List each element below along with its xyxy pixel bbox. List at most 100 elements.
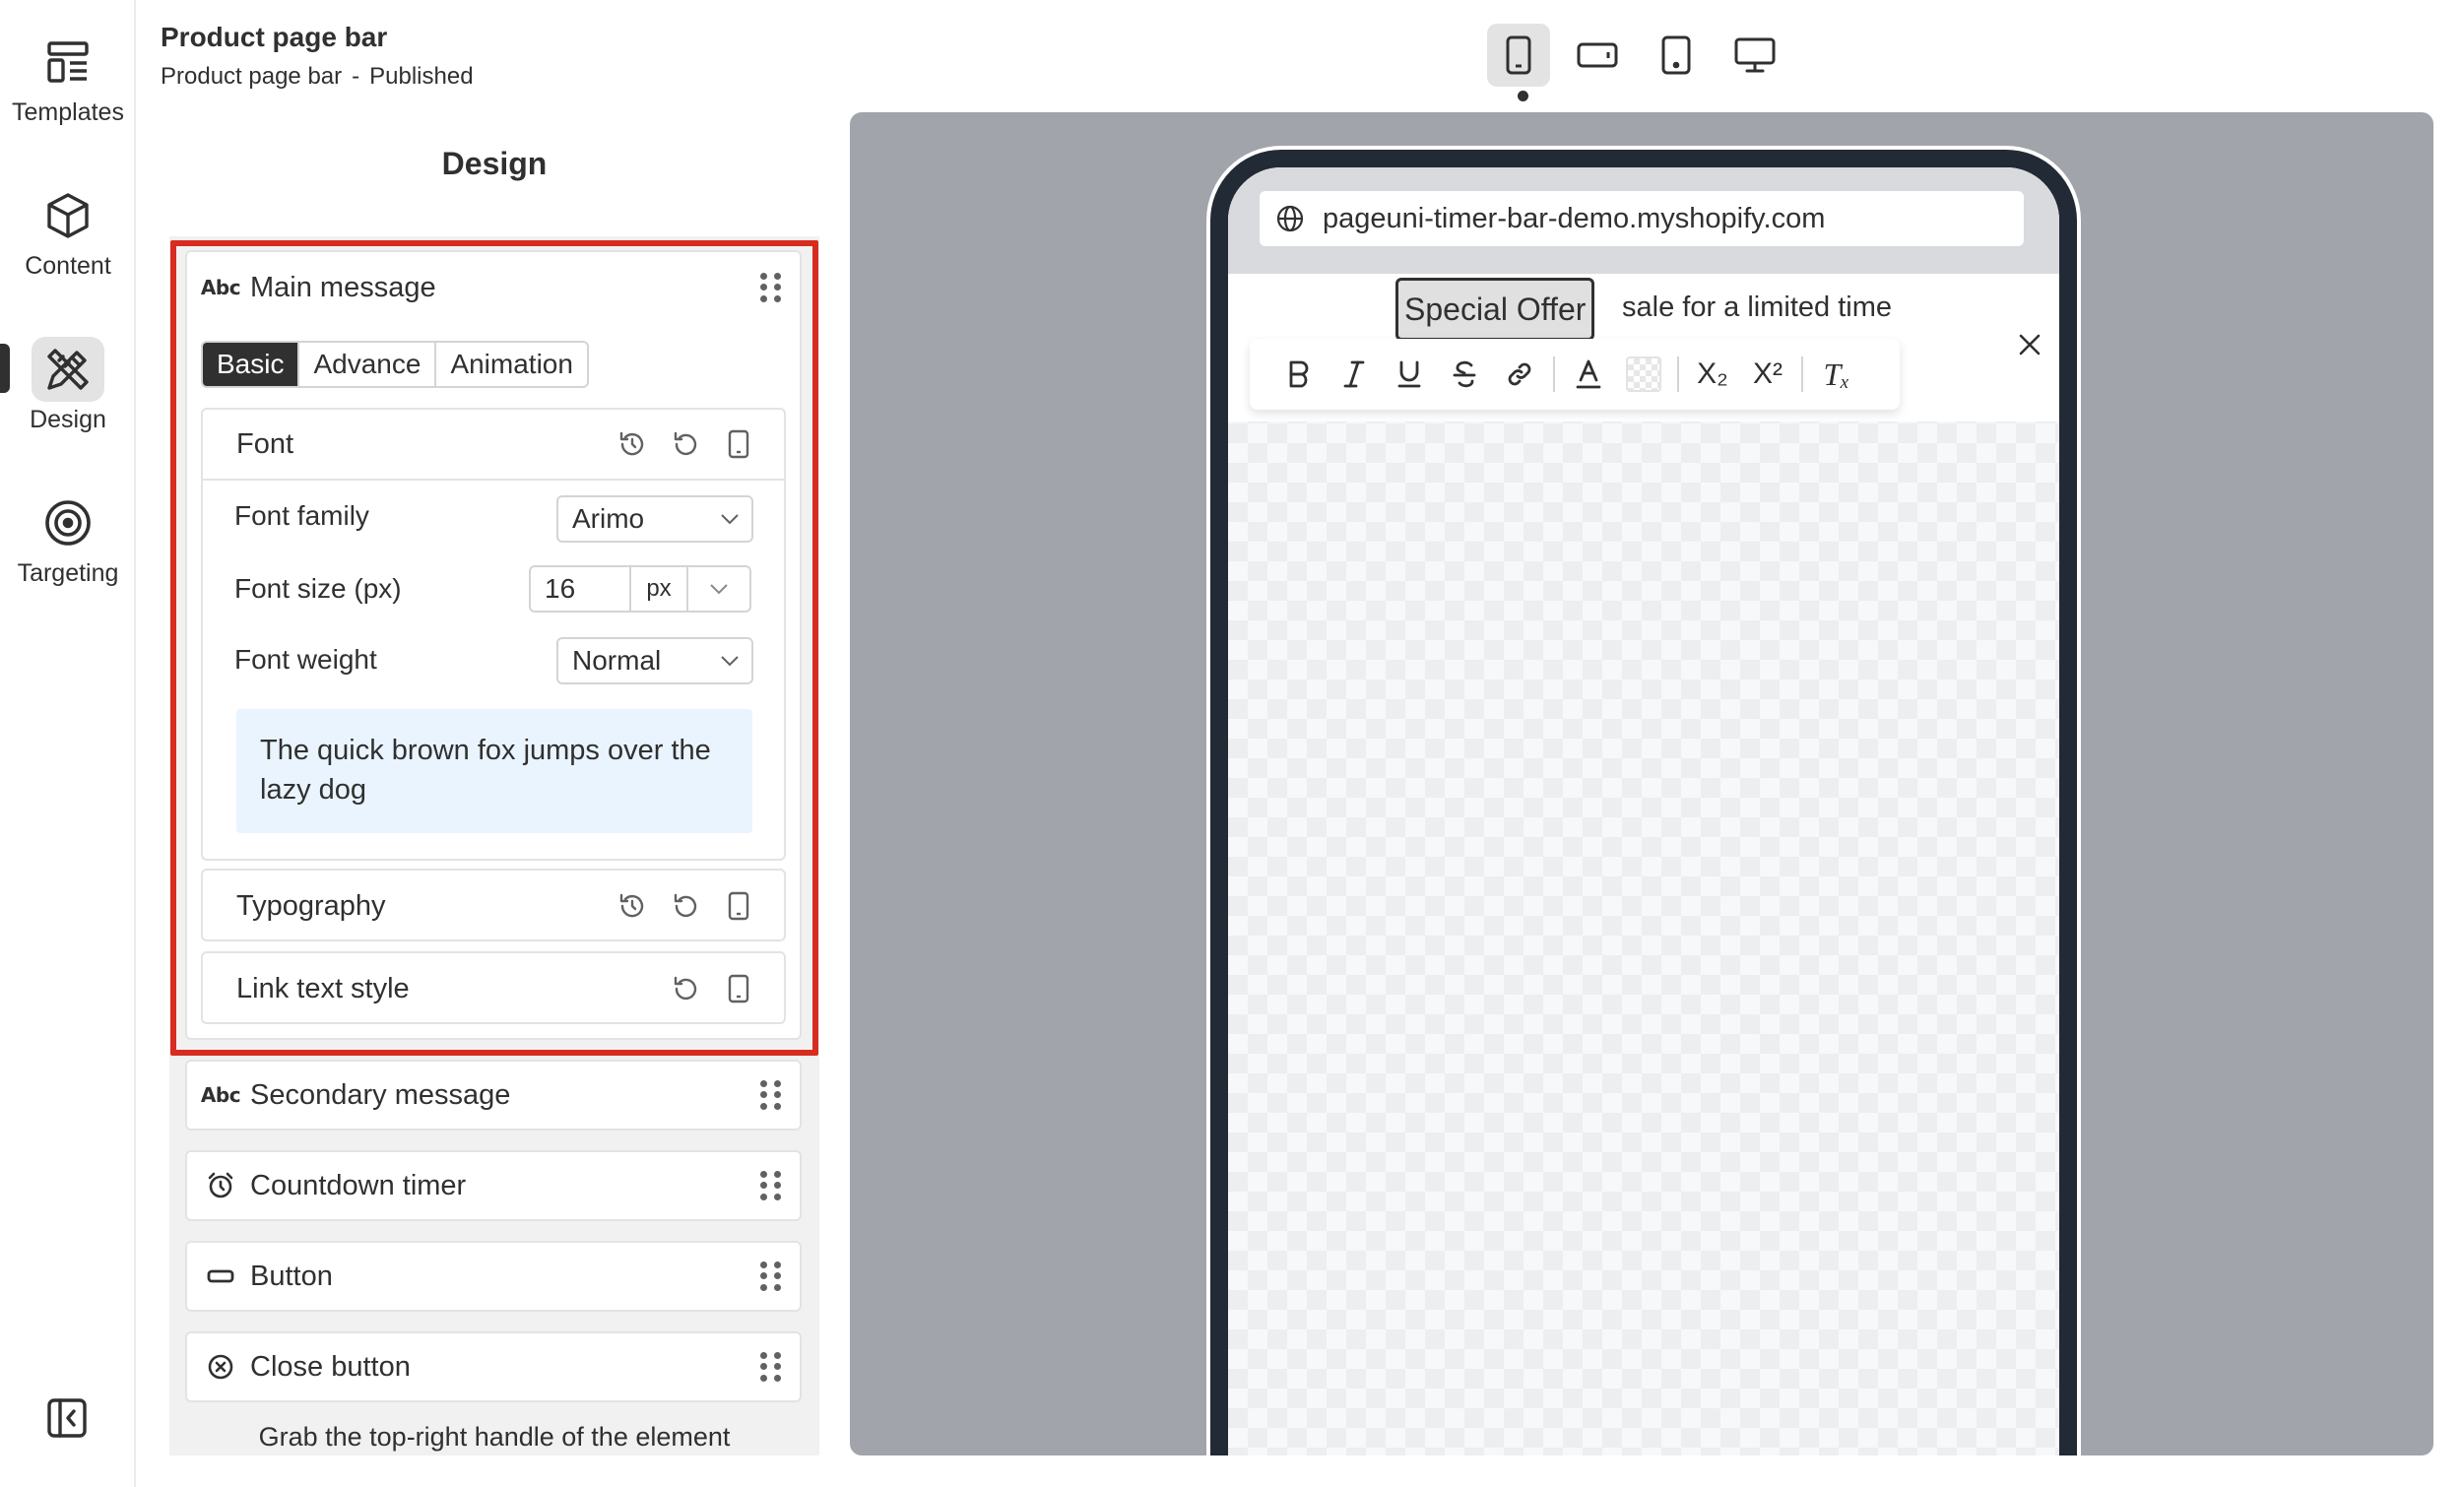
- countdown-timer-card[interactable]: Countdown timer: [185, 1150, 802, 1221]
- drag-handle-icon[interactable]: [760, 273, 782, 302]
- desktop-view-button[interactable]: [1723, 24, 1786, 87]
- superscript-button[interactable]: X²: [1740, 347, 1795, 402]
- nav-templates-label: Templates: [12, 98, 124, 126]
- font-preview-sample: The quick brown fox jumps over the lazy …: [236, 709, 752, 833]
- undo-icon[interactable]: [670, 890, 701, 922]
- abc-text-icon: Abc: [200, 1083, 241, 1107]
- abc-text-icon: Abc: [200, 276, 241, 299]
- publish-status: Published: [369, 63, 474, 90]
- font-size-value[interactable]: 16: [531, 567, 631, 611]
- tab-basic[interactable]: Basic: [203, 343, 300, 386]
- main-message-title: Main message: [250, 271, 436, 303]
- url-text: pageuni-timer-bar-demo.myshopify.com: [1323, 202, 1826, 234]
- left-navigation-rail: Templates Content Design Targeting: [0, 0, 136, 1487]
- section-heading: Design: [441, 146, 548, 181]
- design-tools-icon: [32, 337, 104, 402]
- subtitle-separator: -: [352, 63, 360, 90]
- strikethrough-icon: [1453, 360, 1476, 388]
- cube-icon: [32, 183, 104, 248]
- close-button-card[interactable]: Close button: [185, 1331, 802, 1402]
- font-size-unit: px: [631, 567, 688, 611]
- main-message-header[interactable]: Abc Main message: [187, 252, 800, 323]
- tablet-view-button[interactable]: [1645, 24, 1708, 87]
- nav-design-label: Design: [30, 406, 106, 433]
- templates-icon: [32, 30, 104, 95]
- toolbar-divider: [1553, 356, 1555, 392]
- button-shape-icon: [205, 1266, 236, 1286]
- mobile-device-icon[interactable]: [723, 890, 754, 922]
- subscript-button[interactable]: X₂: [1685, 347, 1740, 402]
- background-color-button[interactable]: [1616, 347, 1671, 402]
- browser-address-area: pageuni-timer-bar-demo.myshopify.com: [1228, 167, 2059, 274]
- nav-content[interactable]: Content: [0, 183, 136, 281]
- font-weight-select[interactable]: Normal: [556, 637, 753, 684]
- close-circle-icon: [205, 1352, 236, 1382]
- history-reset-icon[interactable]: [616, 428, 648, 460]
- history-reset-icon[interactable]: [616, 890, 648, 922]
- drag-handle-icon[interactable]: [760, 1261, 782, 1291]
- underline-icon: [1397, 360, 1421, 388]
- tab-advance[interactable]: Advance: [299, 343, 437, 386]
- background-color-swatch: [1626, 356, 1661, 392]
- button-title: Button: [250, 1260, 333, 1292]
- panel-header: Product page bar Product page bar - Publ…: [161, 22, 474, 91]
- drag-handle-icon[interactable]: [760, 1171, 782, 1200]
- main-message-tabs: Basic Advance Animation: [201, 341, 589, 388]
- nav-design[interactable]: Design: [0, 337, 136, 434]
- italic-button[interactable]: [1327, 347, 1382, 402]
- link-button[interactable]: [1492, 347, 1547, 402]
- mobile-icon: [1506, 35, 1531, 75]
- drag-handle-icon[interactable]: [760, 1080, 782, 1110]
- target-icon: [32, 490, 104, 555]
- mobile-device-icon[interactable]: [723, 428, 754, 460]
- undo-icon[interactable]: [670, 973, 701, 1004]
- underline-button[interactable]: [1382, 347, 1437, 402]
- undo-icon[interactable]: [670, 428, 701, 460]
- url-bar: pageuni-timer-bar-demo.myshopify.com: [1260, 191, 2024, 246]
- mobile-device-icon[interactable]: [723, 973, 754, 1004]
- typography-section-header[interactable]: Typography: [203, 871, 784, 941]
- chevron-down-icon: [708, 655, 751, 667]
- typography-title: Typography: [236, 889, 386, 922]
- unit-dropdown-chevron-icon[interactable]: [688, 567, 749, 611]
- text-color-button[interactable]: [1561, 347, 1616, 402]
- close-icon[interactable]: [2014, 329, 2045, 360]
- drag-handle-icon[interactable]: [760, 1352, 782, 1382]
- nav-templates[interactable]: Templates: [0, 30, 136, 127]
- tab-animation[interactable]: Animation: [436, 343, 587, 386]
- font-family-label: Font family: [234, 500, 369, 531]
- main-message-text[interactable]: sale for a limited time: [1622, 291, 1892, 324]
- typography-section: Typography: [201, 869, 786, 941]
- bold-button[interactable]: [1271, 347, 1327, 402]
- chevron-down-icon: [708, 513, 751, 525]
- button-card[interactable]: Button: [185, 1241, 802, 1312]
- font-family-value: Arimo: [572, 503, 645, 534]
- page-title: Product page bar: [161, 22, 388, 52]
- alarm-clock-icon: [205, 1171, 236, 1200]
- secondary-message-card[interactable]: Abc Secondary message: [185, 1060, 802, 1131]
- font-weight-label: Font weight: [234, 644, 377, 675]
- desktop-icon: [1734, 37, 1776, 73]
- bold-icon: [1289, 360, 1309, 388]
- device-switcher: [1487, 24, 1786, 87]
- page-subtitle: Product page bar - Published: [161, 63, 474, 91]
- mobile-view-button[interactable]: [1487, 24, 1550, 87]
- toolbar-divider: [1801, 356, 1803, 392]
- countdown-timer-title: Countdown timer: [250, 1169, 467, 1201]
- subtitle-name: Product page bar: [161, 63, 343, 90]
- link-text-style-section: Link text style: [201, 951, 786, 1024]
- link-text-style-title: Link text style: [236, 972, 410, 1004]
- font-section-header[interactable]: Font: [203, 410, 784, 481]
- globe-www-icon: [1275, 204, 1305, 233]
- font-size-label: Font size (px): [234, 573, 402, 604]
- font-family-select[interactable]: Arimo: [556, 495, 753, 543]
- secondary-message-title: Secondary message: [250, 1078, 511, 1111]
- rich-text-toolbar: X₂ X² Tₓ: [1250, 339, 1900, 410]
- strikethrough-button[interactable]: [1437, 347, 1492, 402]
- main-message-text-selected[interactable]: Special Offer: [1395, 278, 1595, 341]
- clear-formatting-button[interactable]: Tₓ: [1809, 347, 1864, 402]
- nav-targeting[interactable]: Targeting: [0, 490, 136, 588]
- sidebar-collapse-icon[interactable]: [45, 1396, 89, 1440]
- landscape-view-button[interactable]: [1566, 24, 1629, 87]
- link-text-style-header[interactable]: Link text style: [203, 953, 784, 1024]
